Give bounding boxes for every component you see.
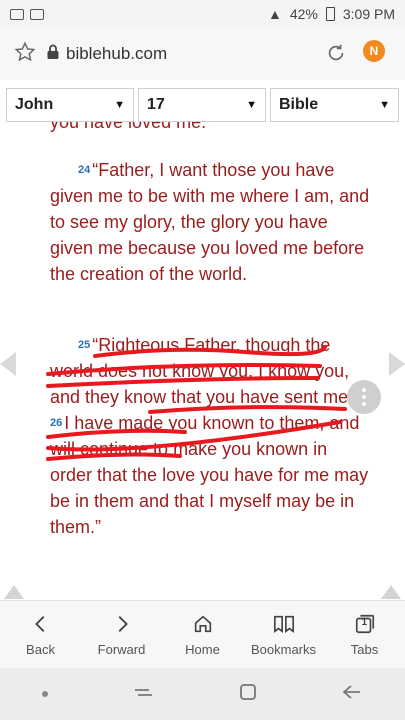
tabs-count: 1 bbox=[361, 617, 368, 628]
bookmark-star-icon[interactable] bbox=[14, 41, 36, 68]
battery-icon bbox=[325, 7, 335, 21]
more-options-button[interactable] bbox=[347, 380, 381, 414]
forward-button[interactable]: Forward bbox=[81, 601, 162, 668]
dropdown-arrow-icon: ▼ bbox=[114, 99, 125, 111]
scroll-up-left-icon[interactable] bbox=[4, 585, 24, 599]
signal-icon: ▲ bbox=[267, 6, 282, 22]
home-nav-icon[interactable] bbox=[238, 682, 258, 707]
bookmarks-button[interactable]: Bookmarks bbox=[243, 601, 324, 668]
reload-icon[interactable] bbox=[325, 42, 347, 69]
book-select-value: John bbox=[15, 96, 54, 113]
next-chapter-arrow-icon[interactable] bbox=[389, 352, 405, 376]
back-nav-icon[interactable] bbox=[341, 683, 363, 706]
tabs-icon: 1 bbox=[354, 612, 376, 636]
scroll-up-right-icon[interactable] bbox=[381, 585, 401, 599]
home-button[interactable]: Home bbox=[162, 601, 243, 668]
previous-chapter-arrow-icon[interactable] bbox=[0, 352, 16, 376]
dot-indicator-icon bbox=[41, 691, 48, 697]
tabs-button[interactable]: 1 Tabs bbox=[324, 601, 405, 668]
activity-notification-icon bbox=[30, 8, 44, 20]
system-navigation-bar bbox=[0, 668, 405, 720]
browser-toolbar: Back Forward Home Bookmarks 1 Tabs bbox=[0, 600, 405, 668]
recents-icon[interactable] bbox=[131, 683, 155, 706]
dropdown-arrow-icon: ▼ bbox=[379, 99, 390, 111]
passage-selectors: John ▼ 17 ▼ Bible ▼ bbox=[6, 88, 399, 122]
url-text[interactable]: biblehub.com bbox=[66, 44, 167, 64]
back-button[interactable]: Back bbox=[0, 601, 81, 668]
scripture-content: you have loved me. 24 “Father, I want tho… bbox=[0, 122, 405, 600]
book-select[interactable]: John ▼ bbox=[6, 88, 134, 122]
version-select[interactable]: Bible ▼ bbox=[270, 88, 399, 122]
status-bar: ▲ 42% 3:09 PM bbox=[0, 0, 405, 28]
back-label: Back bbox=[26, 642, 55, 657]
home-icon bbox=[192, 612, 214, 636]
home-label: Home bbox=[185, 642, 220, 657]
back-icon bbox=[30, 612, 52, 636]
battery-percent: 42% bbox=[289, 6, 318, 22]
handwritten-underline-markup bbox=[46, 345, 347, 461]
gallery-notification-icon bbox=[10, 8, 24, 20]
chapter-select[interactable]: 17 ▼ bbox=[138, 88, 266, 122]
chapter-select-value: 17 bbox=[147, 96, 165, 113]
lock-icon bbox=[46, 44, 60, 65]
dropdown-arrow-icon: ▼ bbox=[246, 99, 257, 111]
version-select-value: Bible bbox=[279, 96, 319, 113]
bookmarks-label: Bookmarks bbox=[250, 642, 317, 657]
forward-label: Forward bbox=[97, 642, 146, 657]
bookmarks-icon bbox=[272, 612, 296, 636]
clock: 3:09 PM bbox=[342, 6, 395, 22]
forward-icon bbox=[111, 612, 133, 636]
tabs-label: Tabs bbox=[350, 642, 379, 657]
browser-address-bar: biblehub.com N bbox=[0, 28, 405, 80]
profile-avatar[interactable]: N bbox=[363, 40, 385, 62]
